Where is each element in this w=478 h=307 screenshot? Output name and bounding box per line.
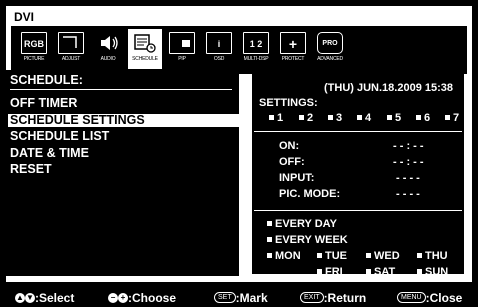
schedule-slot[interactable]: 2 bbox=[299, 112, 313, 124]
bullet-icon bbox=[269, 114, 274, 120]
plus-icon: + bbox=[118, 292, 128, 303]
info-icon: i bbox=[206, 32, 232, 54]
divider bbox=[10, 89, 232, 90]
bullet-icon bbox=[387, 114, 392, 120]
bullet-icon bbox=[417, 268, 422, 274]
day-option-sat[interactable]: SAT bbox=[366, 266, 395, 278]
input-label: INPUT: bbox=[279, 172, 315, 184]
schedule-icon bbox=[132, 32, 158, 54]
button-guide: ▲ ▼:Select − +:Choose SET:Mark EXIT:Return… bbox=[0, 289, 478, 307]
schedule-slot[interactable]: 4 bbox=[357, 112, 371, 124]
current-datetime: (THU) JUN.18.2009 15:38 bbox=[324, 82, 454, 94]
exit-key-icon: EXIT bbox=[300, 292, 324, 304]
menu-item-schedule-list[interactable]: SCHEDULE LIST bbox=[10, 130, 109, 143]
bullet-icon bbox=[267, 236, 272, 242]
day-option-mon[interactable]: MON bbox=[267, 250, 301, 262]
on-label: ON: bbox=[279, 140, 300, 152]
day-option-fri[interactable]: FRI bbox=[317, 266, 343, 278]
bullet-icon bbox=[267, 220, 272, 226]
bullet-icon bbox=[416, 114, 421, 120]
bullet-icon bbox=[267, 252, 272, 258]
menu-item-schedule-settings[interactable]: SCHEDULE SETTINGS bbox=[8, 114, 240, 127]
pic-mode-value[interactable]: - - - - bbox=[396, 188, 420, 200]
bullet-icon bbox=[417, 252, 422, 258]
menu-tab-bar: RGB PICTURE ADJUST AUDIO SCHEDULE PIP i … bbox=[11, 26, 467, 74]
up-icon: ▲ bbox=[15, 292, 25, 303]
menu-key-icon: MENU bbox=[397, 292, 426, 304]
every-week-option[interactable]: EVERY WEEK bbox=[267, 234, 348, 246]
down-icon: ▼ bbox=[25, 292, 35, 303]
menu-item-date-time[interactable]: DATE & TIME bbox=[10, 147, 89, 160]
minus-icon: − bbox=[108, 292, 118, 303]
tab-caption: OSD bbox=[213, 56, 225, 62]
schedule-slot[interactable]: 3 bbox=[328, 112, 342, 124]
day-option-tue[interactable]: TUE bbox=[317, 250, 347, 262]
tab-caption: PICTURE bbox=[23, 56, 45, 62]
tab-caption: MULTI-DSP bbox=[243, 56, 269, 62]
day-option-wed[interactable]: WED bbox=[366, 250, 400, 262]
day-option-sun[interactable]: SUN bbox=[417, 266, 448, 278]
schedule-slot[interactable]: 6 bbox=[416, 112, 430, 124]
return-hint: EXIT:Return bbox=[300, 291, 366, 305]
off-time-value[interactable]: - - : - - bbox=[393, 156, 424, 168]
protect-icon: + bbox=[280, 32, 306, 54]
tab-caption: ADJUST bbox=[61, 56, 81, 62]
bullet-icon bbox=[328, 114, 333, 120]
schedule-slot[interactable]: 1 bbox=[269, 112, 283, 124]
bullet-icon bbox=[357, 114, 362, 120]
tab-advanced[interactable]: PRO ADVANCED bbox=[313, 29, 347, 69]
bullet-icon bbox=[317, 252, 322, 258]
mark-hint: SET:Mark bbox=[214, 291, 268, 305]
picture-icon: RGB bbox=[21, 32, 47, 54]
tab-osd[interactable]: i OSD bbox=[202, 29, 236, 69]
choose-hint: − +:Choose bbox=[108, 291, 176, 305]
tab-multi-dsp[interactable]: 1 2 MULTI-DSP bbox=[239, 29, 273, 69]
set-key-icon: SET bbox=[214, 292, 236, 304]
bullet-icon bbox=[445, 114, 450, 120]
speaker-icon bbox=[95, 32, 121, 54]
day-option-thu[interactable]: THU bbox=[417, 250, 448, 262]
tab-protect[interactable]: + PROTECT bbox=[276, 29, 310, 69]
schedule-slot[interactable]: 5 bbox=[387, 112, 401, 124]
tab-schedule[interactable]: SCHEDULE bbox=[128, 29, 162, 69]
menu-item-off-timer[interactable]: OFF TIMER bbox=[10, 97, 77, 110]
input-value[interactable]: - - - - bbox=[396, 172, 420, 184]
pic-mode-label: PIC. MODE: bbox=[279, 188, 341, 200]
tab-caption: ADVANCED bbox=[317, 56, 343, 62]
tab-caption: SCHEDULE bbox=[132, 56, 158, 62]
every-day-option[interactable]: EVERY DAY bbox=[267, 218, 337, 230]
pip-icon bbox=[169, 32, 195, 54]
on-time-value[interactable]: - - : - - bbox=[393, 140, 424, 152]
close-hint: MENU:Close bbox=[397, 291, 462, 305]
tab-audio[interactable]: AUDIO bbox=[91, 29, 125, 69]
tab-caption: AUDIO bbox=[100, 56, 116, 62]
divider bbox=[254, 131, 462, 132]
menu-item-reset[interactable]: RESET bbox=[10, 163, 52, 176]
input-source-label: DVI bbox=[14, 10, 35, 24]
off-label: OFF: bbox=[279, 156, 305, 168]
settings-label: SETTINGS: bbox=[259, 97, 318, 109]
adjust-icon bbox=[58, 32, 84, 54]
tab-adjust[interactable]: ADJUST bbox=[54, 29, 88, 69]
tab-caption: PIP bbox=[178, 56, 186, 62]
bullet-icon bbox=[366, 268, 371, 274]
tab-picture[interactable]: RGB PICTURE bbox=[17, 29, 51, 69]
bullet-icon bbox=[299, 114, 304, 120]
schedule-slot[interactable]: 7 bbox=[445, 112, 459, 124]
divider bbox=[254, 210, 462, 211]
menu-title: SCHEDULE: bbox=[10, 73, 83, 87]
tab-caption: PROTECT bbox=[281, 56, 305, 62]
multi-display-icon: 1 2 bbox=[243, 32, 269, 54]
bullet-icon bbox=[366, 252, 371, 258]
tab-pip[interactable]: PIP bbox=[165, 29, 199, 69]
bullet-icon bbox=[317, 268, 322, 274]
select-hint: ▲ ▼:Select bbox=[15, 291, 75, 305]
advanced-icon: PRO bbox=[317, 32, 343, 54]
